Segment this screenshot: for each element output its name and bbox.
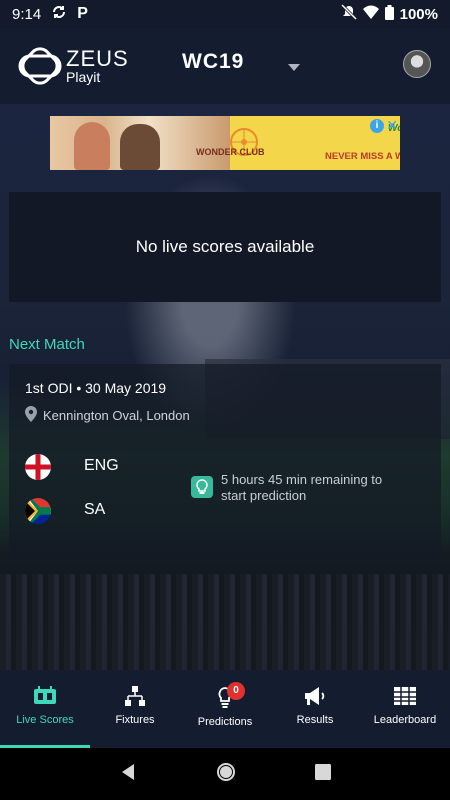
battery-icon [384, 4, 394, 24]
live-scores-card: No live scores available [9, 192, 441, 302]
england-flag-icon [25, 454, 51, 480]
home-icon[interactable] [216, 762, 236, 787]
no-live-scores-message: No live scores available [135, 237, 315, 256]
scoreboard-icon [34, 686, 56, 704]
team-row-sa: SA [25, 498, 105, 524]
bulb-icon [191, 476, 213, 498]
parking-icon: P [77, 5, 88, 22]
team-name: SA [84, 501, 106, 518]
zeus-logo-icon [18, 47, 62, 85]
ad-close-icon[interactable]: ✕ [386, 117, 398, 134]
nav-label: Live Scores [16, 714, 74, 726]
predictions-badge: 0 [227, 682, 245, 700]
nav-fixtures[interactable]: Fixtures [90, 670, 180, 748]
location-pin-icon [25, 406, 37, 425]
system-navigation-bar [0, 748, 450, 800]
match-info: 1st ODI • 30 May 2019 [25, 380, 167, 396]
prediction-countdown-text: 5 hours 45 min remaining to start predic… [221, 472, 383, 503]
nav-label: Fixtures [115, 714, 155, 726]
nav-label: Predictions [197, 716, 253, 728]
brand-subtitle: Playit [66, 69, 101, 85]
status-time: 9:14 [12, 5, 42, 23]
back-icon[interactable] [119, 763, 137, 786]
prediction-countdown: 5 hours 45 min remaining to start predic… [191, 472, 401, 504]
status-bar: 9:14 P 100% [0, 0, 450, 28]
nav-predictions[interactable]: 0 Predictions [180, 670, 270, 748]
team-row-eng: ENG [25, 454, 119, 480]
wifi-icon [362, 5, 379, 23]
south-africa-flag-icon [25, 498, 51, 524]
chevron-down-icon[interactable] [288, 58, 300, 76]
table-icon [394, 687, 416, 705]
recents-icon[interactable] [314, 763, 331, 785]
zeus-logo[interactable]: ZEUS Playit [18, 44, 129, 88]
venue: Kennington Oval, London [25, 406, 190, 425]
next-match-heading: Next Match [9, 336, 85, 353]
megaphone-icon [305, 687, 325, 705]
ad-brand-logo: WONDER CLUB [196, 147, 265, 157]
battery-level: 100% [399, 5, 438, 23]
stadium-crowd [0, 574, 450, 670]
sync-icon [51, 4, 67, 24]
bottom-navigation: Live Scores Fixtures 0 Predictions Resul… [0, 670, 450, 748]
nav-label: Leaderboard [373, 714, 437, 726]
nav-label: Results [296, 714, 334, 726]
nav-live-scores[interactable]: Live Scores [0, 670, 90, 748]
nav-results[interactable]: Results [270, 670, 360, 748]
bracket-icon [125, 686, 145, 706]
app-header: ZEUS Playit WC19 [0, 28, 450, 104]
ad-info-icon[interactable]: i [370, 119, 384, 133]
ad-tagline: NEVER MISS A WONDER [325, 151, 400, 162]
avatar[interactable] [403, 50, 431, 78]
ad-banner[interactable]: WONDER CLUB Wondera NEVER MISS A WONDER … [50, 116, 400, 170]
mute-icon [340, 3, 357, 24]
tournament-selector[interactable]: WC19 [182, 50, 244, 74]
venue-name: Kennington Oval, London [43, 408, 190, 423]
brand-name: ZEUS [66, 46, 129, 71]
nav-leaderboard[interactable]: Leaderboard [360, 670, 450, 748]
team-name: ENG [84, 457, 119, 474]
next-match-card[interactable]: 1st ODI • 30 May 2019 Kennington Oval, L… [9, 364, 441, 560]
